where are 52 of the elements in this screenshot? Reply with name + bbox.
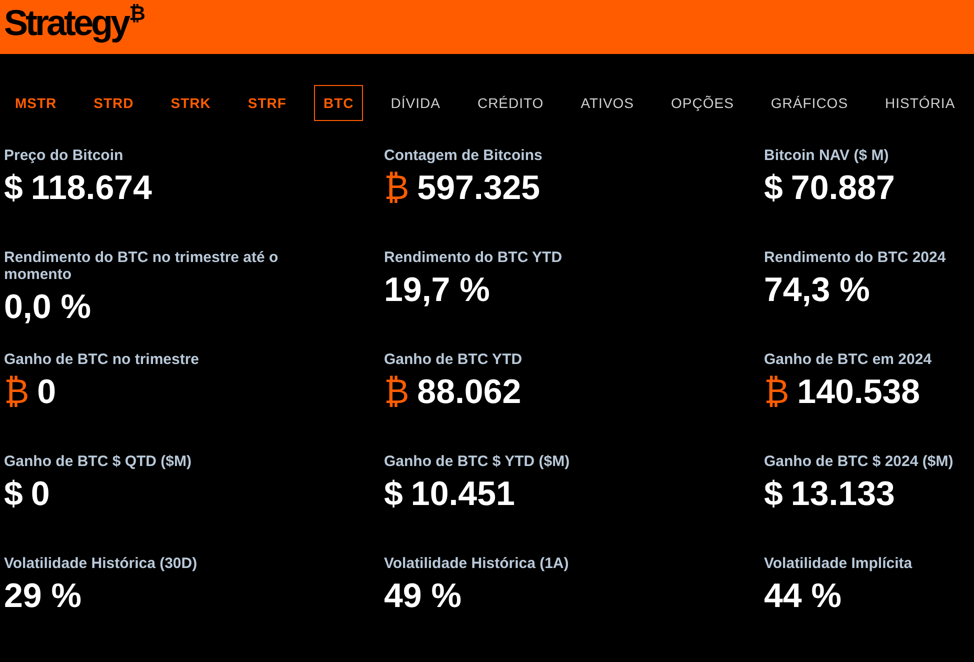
- metric-value: 140.538: [797, 372, 920, 412]
- metric-label: Ganho de BTC $ YTD ($M): [384, 453, 571, 470]
- currency-symbol: ₿: [764, 372, 790, 412]
- metric-label: Rendimento do BTC YTD: [384, 249, 564, 266]
- metric-label: Ganho de BTC $ 2024 ($M): [764, 453, 954, 470]
- nav-tab[interactable]: STRF: [238, 85, 296, 121]
- metric-label: Volatilidade Implícita: [764, 555, 914, 572]
- metric-value: 49 %: [384, 576, 462, 616]
- metric-label: Contagem de Bitcoins: [384, 147, 544, 164]
- nav-tab[interactable]: STRK: [162, 85, 220, 121]
- nav-tab[interactable]: ATIVOS: [572, 85, 644, 121]
- metric-label: Ganho de BTC $ QTD ($M): [4, 453, 192, 470]
- metric-value: 70.887: [790, 168, 895, 208]
- metric-label: Volatilidade Histórica (30D): [4, 555, 198, 572]
- currency-symbol: $: [764, 474, 783, 514]
- metric-value: 118.674: [30, 168, 152, 208]
- metric-value: 19,7 %: [384, 270, 490, 310]
- nav-tab[interactable]: MSTR: [6, 85, 66, 121]
- nav-tab[interactable]: HISTÓRIA: [876, 85, 964, 121]
- nav-tab[interactable]: CRÉDITO: [468, 85, 553, 121]
- metric-value: 29 %: [4, 576, 82, 616]
- nav-tab[interactable]: BTC: [314, 85, 363, 121]
- metric-label: Ganho de BTC em 2024: [764, 351, 933, 368]
- currency-symbol: ₿: [384, 168, 410, 208]
- logo-mark: ₿: [129, 4, 146, 24]
- metric-label: Bitcoin NAV ($ M): [764, 147, 890, 164]
- nav-tab[interactable]: GRÁFICOS: [762, 85, 858, 121]
- metric-value: 0: [30, 474, 50, 514]
- metric-value: 88.062: [417, 372, 522, 412]
- metric-label: Ganho de BTC no trimestre: [4, 351, 200, 368]
- currency-symbol: ₿: [384, 372, 410, 412]
- metric-label: Ganho de BTC YTD: [384, 351, 524, 368]
- currency-symbol: $: [764, 168, 783, 208]
- currency-symbol: $: [4, 474, 23, 514]
- metric-label: Volatilidade Histórica (1A): [384, 555, 570, 572]
- currency-symbol: ₿: [4, 372, 30, 412]
- currency-symbol: $: [4, 168, 23, 208]
- currency-symbol: $: [384, 474, 403, 514]
- metric-value: 44 %: [764, 576, 842, 616]
- metric-value: 0: [37, 372, 56, 412]
- nav-tab[interactable]: DÍVIDA: [382, 85, 450, 121]
- metric-label: Rendimento do BTC no trimestre até o momento: [4, 249, 280, 283]
- metric-value: 10.451: [410, 474, 515, 514]
- metric-value: 74,3 %: [764, 270, 870, 310]
- metric-label: Preço do Bitcoin: [4, 147, 124, 164]
- metric-label: Rendimento do BTC 2024: [764, 249, 947, 266]
- logo-wordmark[interactable]: Strategy: [4, 3, 128, 43]
- metric-value: 13.133: [790, 474, 895, 514]
- nav-tab[interactable]: OPÇÕES: [662, 85, 743, 121]
- metric-value: 597.325: [417, 168, 540, 208]
- metric-value: 0,0 %: [4, 287, 91, 327]
- nav-tab[interactable]: STRD: [84, 85, 143, 121]
